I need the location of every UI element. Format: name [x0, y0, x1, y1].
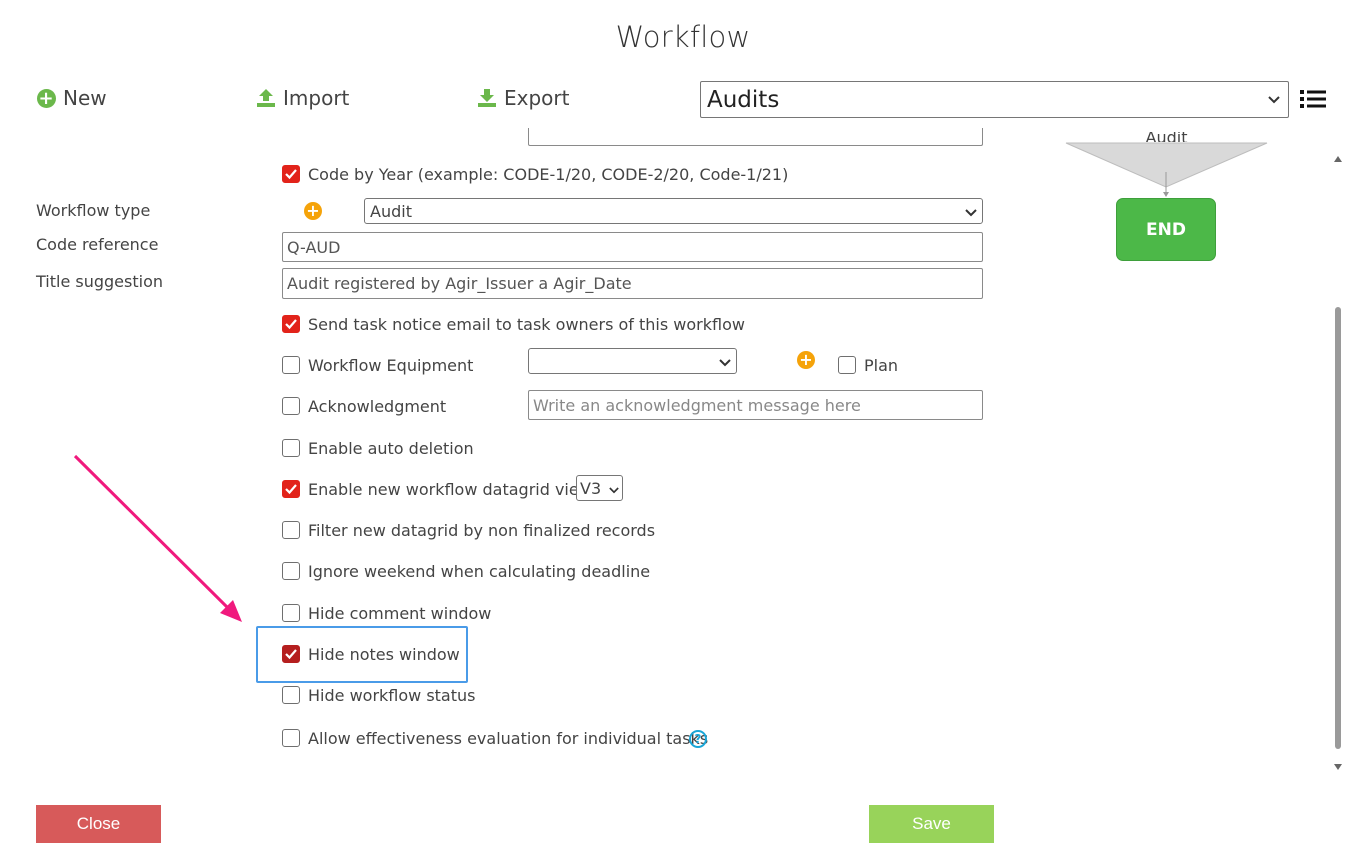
auto-deletion-checkbox[interactable] [282, 439, 300, 457]
filter-datagrid-row[interactable]: Filter new datagrid by non finalized rec… [282, 519, 655, 541]
hide-comment-checkbox[interactable] [282, 604, 300, 622]
send-task-notice-row[interactable]: Send task notice email to task owners of… [282, 313, 745, 335]
list-icon[interactable] [1300, 89, 1326, 109]
code-reference-input[interactable]: Q-AUD [282, 232, 983, 262]
hide-comment-label: Hide comment window [308, 603, 492, 623]
add-equipment-button[interactable]: + [797, 351, 815, 369]
diagram-audit-label: Audit [1145, 132, 1188, 142]
page-title: Workflow [615, 20, 751, 54]
workflow-type-value: Audit [370, 201, 412, 221]
new-datagrid-checkbox[interactable] [282, 480, 300, 498]
allow-effectiveness-checkbox[interactable] [282, 729, 300, 747]
auto-deletion-label: Enable auto deletion [308, 438, 474, 458]
title-suggestion-value: Audit registered by Agir_Issuer a Agir_D… [287, 274, 632, 293]
send-task-notice-label: Send task notice email to task owners of… [308, 314, 745, 334]
allow-effectiveness-row[interactable]: Allow effectiveness evaluation for indiv… [282, 727, 708, 749]
diagram-connector [1065, 142, 1268, 197]
scroll-up-arrow[interactable] [1334, 148, 1342, 167]
scrollbar-thumb[interactable] [1335, 307, 1341, 749]
chevron-down-icon [1268, 92, 1280, 108]
new-label: New [63, 86, 107, 110]
acknowledgment-checkbox[interactable] [282, 397, 300, 415]
workflow-equipment-checkbox[interactable] [282, 356, 300, 374]
plus-circle-icon: + [36, 87, 56, 109]
acknowledgment-label: Acknowledgment [308, 396, 447, 416]
diagram-audit-shape[interactable]: Audit [1064, 132, 1269, 142]
code-reference-label: Code reference [36, 235, 159, 254]
hide-status-label: Hide workflow status [308, 685, 476, 705]
diagram-end-label: END [1146, 219, 1186, 240]
workflow-select-value: Audits [707, 86, 780, 113]
close-button[interactable]: Close [36, 805, 161, 843]
send-task-notice-checkbox[interactable] [282, 315, 300, 333]
workflow-equipment-select[interactable] [528, 348, 737, 374]
export-button[interactable]: Export [477, 84, 569, 112]
code-reference-value: Q-AUD [287, 237, 341, 257]
import-button[interactable]: Import [256, 84, 349, 112]
upload-icon [256, 88, 276, 108]
plus-circle-icon: + [797, 351, 815, 369]
code-by-year-label: Code by Year (example: CODE-1/20, CODE-2… [308, 164, 789, 184]
hide-status-row[interactable]: Hide workflow status [282, 684, 475, 706]
download-icon [477, 88, 497, 108]
acknowledgment-placeholder: Write an acknowledgment message here [533, 395, 861, 415]
add-workflow-type-button[interactable]: + [304, 202, 322, 220]
export-label: Export [504, 86, 570, 110]
highlight-box [256, 626, 468, 683]
new-datagrid-row[interactable]: Enable new workflow datagrid view [282, 478, 592, 500]
new-button[interactable]: + New [36, 84, 107, 112]
workflow-equipment-row[interactable]: Workflow Equipment [282, 354, 473, 376]
workflow-type-select[interactable]: Audit [364, 198, 983, 224]
acknowledgment-input[interactable]: Write an acknowledgment message here [528, 390, 983, 420]
auto-deletion-row[interactable]: Enable auto deletion [282, 437, 474, 459]
hide-comment-row[interactable]: Hide comment window [282, 602, 491, 624]
plus-circle-icon: + [304, 202, 322, 220]
save-button[interactable]: Save [869, 805, 994, 843]
ignore-weekend-row[interactable]: Ignore weekend when calculating deadline [282, 560, 650, 582]
filter-datagrid-label: Filter new datagrid by non finalized rec… [308, 520, 656, 540]
allow-effectiveness-label: Allow effectiveness evaluation for indiv… [308, 728, 709, 748]
workflow-select[interactable]: Audits [700, 81, 1289, 118]
workflow-equipment-label: Workflow Equipment [308, 355, 474, 375]
code-by-year-row[interactable]: Code by Year (example: CODE-1/20, CODE-2… [282, 163, 788, 185]
code-by-year-checkbox[interactable] [282, 165, 300, 183]
plan-row[interactable]: Plan [838, 354, 898, 376]
question-circle-icon: ? [689, 730, 707, 748]
filter-datagrid-checkbox[interactable] [282, 521, 300, 539]
chevron-down-icon [719, 352, 731, 371]
ignore-weekend-label: Ignore weekend when calculating deadline [308, 561, 651, 581]
title-suggestion-label: Title suggestion [36, 272, 163, 291]
plan-label: Plan [864, 355, 899, 375]
plan-checkbox[interactable] [838, 356, 856, 374]
datagrid-version-select[interactable]: V3 [576, 475, 623, 501]
ignore-weekend-checkbox[interactable] [282, 562, 300, 580]
clipped-input[interactable] [528, 128, 983, 146]
annotation-arrow [73, 454, 242, 622]
datagrid-version-value: V3 [580, 478, 602, 498]
acknowledgment-row[interactable]: Acknowledgment [282, 395, 446, 417]
help-button[interactable]: ? [689, 730, 707, 748]
scroll-down-arrow[interactable] [1334, 756, 1342, 775]
chevron-down-icon [609, 479, 619, 498]
new-datagrid-label: Enable new workflow datagrid view [308, 479, 592, 499]
workflow-type-label: Workflow type [36, 201, 151, 220]
import-label: Import [283, 86, 350, 110]
hide-status-checkbox[interactable] [282, 686, 300, 704]
chevron-down-icon [965, 202, 977, 221]
title-suggestion-input[interactable]: Audit registered by Agir_Issuer a Agir_D… [282, 268, 983, 299]
diagram-end-node[interactable]: END [1116, 198, 1216, 261]
